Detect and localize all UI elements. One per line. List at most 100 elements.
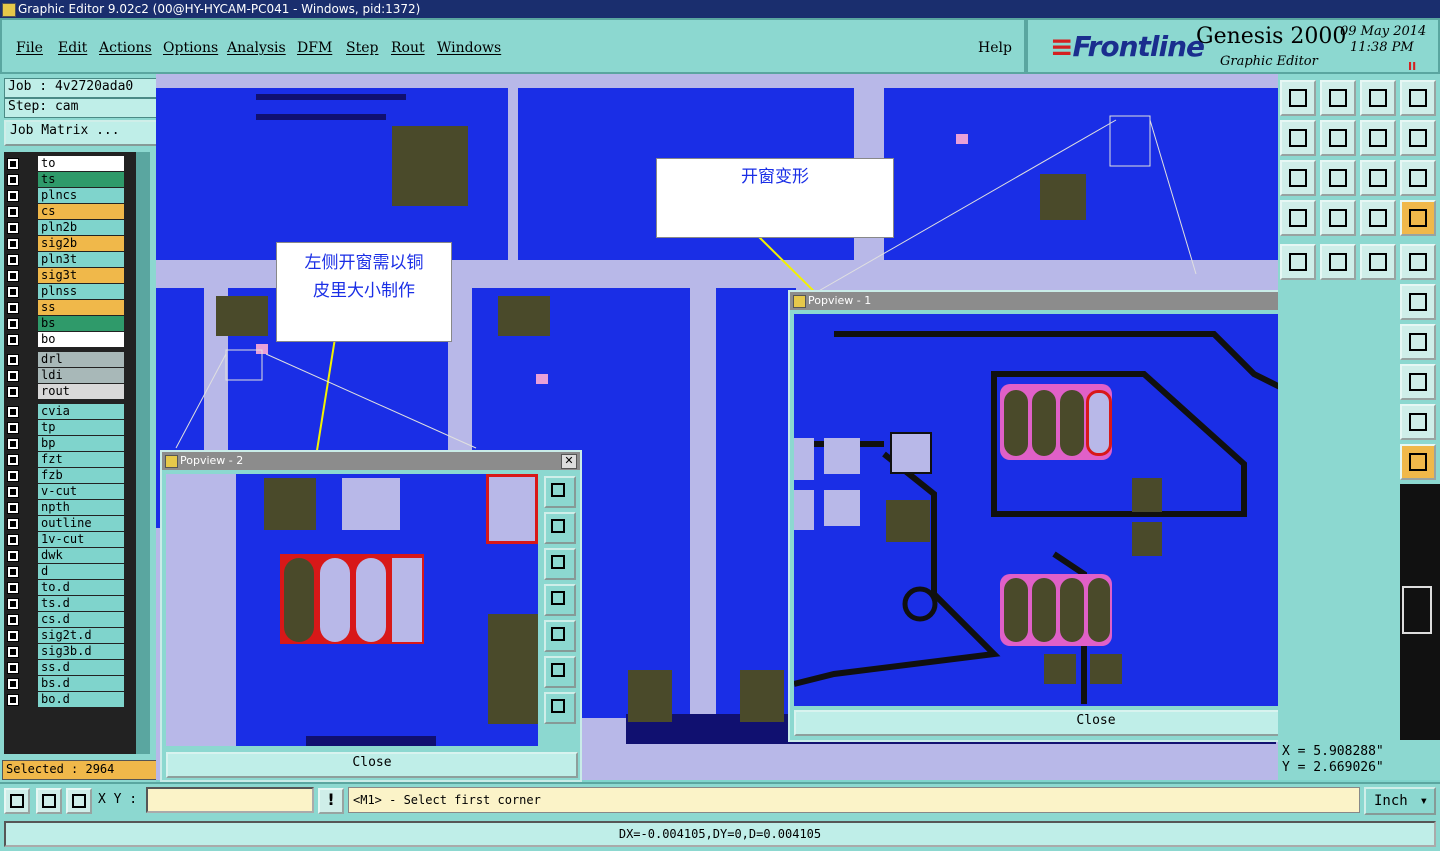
menu-actions[interactable]: Actions [99, 40, 152, 56]
popview-1-canvas[interactable] [794, 314, 1358, 706]
layer-row-fzb[interactable]: fzb [4, 468, 128, 483]
layer-checkbox[interactable] [7, 486, 19, 498]
layer-name[interactable]: 1v-cut [38, 532, 124, 547]
layer-name[interactable]: ldi [38, 368, 124, 383]
layer-name[interactable]: fzt [38, 452, 124, 467]
layer-name[interactable]: plncs [38, 188, 124, 203]
layer-row-dwk[interactable]: dwk [4, 548, 128, 563]
popview-pan-down-button[interactable] [544, 548, 576, 580]
layer-row-plncs[interactable]: plncs [4, 188, 128, 203]
layer-name[interactable]: dwk [38, 548, 124, 563]
menu-help[interactable]: Help [978, 40, 1012, 56]
layer-row-cvia[interactable]: cvia [4, 404, 128, 419]
layer-name[interactable]: ss.d [38, 660, 124, 675]
layer-name[interactable]: plnss [38, 284, 124, 299]
menu-options[interactable]: Options [163, 40, 218, 56]
layer-name[interactable]: cvia [38, 404, 124, 419]
layer-row-d[interactable]: d [4, 564, 128, 579]
layer-name[interactable]: ts.d [38, 596, 124, 611]
tool-shapes-button[interactable] [1400, 364, 1436, 400]
tool-zoom-out-button[interactable] [1320, 160, 1356, 196]
layer-row-cs[interactable]: cs [4, 204, 128, 219]
menu-analysis[interactable]: Analysis [227, 40, 286, 56]
layer-name[interactable]: cs [38, 204, 124, 219]
layer-checkbox[interactable] [7, 174, 19, 186]
layer-name[interactable]: sig3t [38, 268, 124, 283]
layer-checkbox[interactable] [7, 646, 19, 658]
layer-name[interactable]: bo [38, 332, 124, 347]
layer-checkbox[interactable] [7, 598, 19, 610]
popview-2-title-bar[interactable]: Popview - 2 ✕ [162, 452, 580, 470]
layer-name[interactable]: to [38, 156, 124, 171]
layer-row-rout[interactable]: rout [4, 384, 128, 399]
menu-rout[interactable]: Rout [391, 40, 425, 56]
layer-row-ts.d[interactable]: ts.d [4, 596, 128, 611]
layer-checkbox[interactable] [7, 406, 19, 418]
layer-name[interactable]: v-cut [38, 484, 124, 499]
popview-2-canvas[interactable] [166, 474, 538, 746]
layer-row-ldi[interactable]: ldi [4, 368, 128, 383]
tool-zoom-in-button[interactable] [1280, 160, 1316, 196]
toolbar-slot[interactable] [1402, 586, 1432, 634]
layer-row-pln3t[interactable]: pln3t [4, 252, 128, 267]
layer-checkbox[interactable] [7, 270, 19, 282]
snap-button[interactable] [4, 788, 30, 814]
tool-draw-button[interactable] [1320, 244, 1356, 280]
layer-name[interactable]: outline [38, 516, 124, 531]
tool-right-button[interactable] [1320, 120, 1356, 156]
layer-row-bs.d[interactable]: bs.d [4, 676, 128, 691]
layer-row-to[interactable]: to [4, 156, 128, 171]
layer-checkbox[interactable] [7, 422, 19, 434]
layer-row-sig2b[interactable]: sig2b [4, 236, 128, 251]
layer-checkbox[interactable] [7, 222, 19, 234]
layer-checkbox[interactable] [7, 502, 19, 514]
layer-row-sig2t.d[interactable]: sig2t.d [4, 628, 128, 643]
tool-circle-button[interactable] [1400, 244, 1436, 280]
layer-name[interactable]: sig2b [38, 236, 124, 251]
tool-help-button[interactable] [1400, 160, 1436, 196]
tool-ruler-button[interactable] [1360, 244, 1396, 280]
layer-name[interactable]: to.d [38, 580, 124, 595]
layer-checkbox[interactable] [7, 386, 19, 398]
layer-row-fzt[interactable]: fzt [4, 452, 128, 467]
layer-checkbox[interactable] [7, 254, 19, 266]
tool-signal-button[interactable] [1360, 200, 1396, 236]
layer-name[interactable]: d [38, 564, 124, 579]
close-icon[interactable]: ✕ [561, 454, 577, 469]
job-matrix-button[interactable]: Job Matrix ... [4, 120, 158, 146]
layer-checkbox[interactable] [7, 518, 19, 530]
popview-2-window[interactable]: Popview - 2 ✕ Close [160, 450, 582, 782]
pause-indicator[interactable]: II [1408, 60, 1418, 73]
popview-zoom-button[interactable] [544, 476, 576, 508]
popview-2-close-button[interactable]: Close [166, 752, 578, 778]
layer-row-1v-cut[interactable]: 1v-cut [4, 532, 128, 547]
popview-zoom-out-button[interactable] [544, 692, 576, 724]
popview-zoom-in-button[interactable] [544, 656, 576, 688]
layer-row-drl[interactable]: drl [4, 352, 128, 367]
layer-checkbox[interactable] [7, 678, 19, 690]
menu-edit[interactable]: Edit [58, 40, 87, 56]
tool-split-button[interactable] [1400, 80, 1436, 116]
layer-name[interactable]: bs [38, 316, 124, 331]
layer-checkbox[interactable] [7, 566, 19, 578]
layer-row-bo[interactable]: bo [4, 332, 128, 347]
menu-dfm[interactable]: DFM [297, 40, 332, 56]
app-icon[interactable] [2, 3, 16, 17]
layer-checkbox[interactable] [7, 614, 19, 626]
layer-name[interactable]: pln2b [38, 220, 124, 235]
layer-checkbox[interactable] [7, 354, 19, 366]
popview-pan-left-button[interactable] [544, 584, 576, 616]
tool-arc-button[interactable] [1400, 404, 1436, 440]
tool-s-button[interactable] [1400, 120, 1436, 156]
layer-row-bs[interactable]: bs [4, 316, 128, 331]
layer-checkbox[interactable] [7, 370, 19, 382]
units-selector[interactable]: Inch ▾ [1364, 787, 1436, 815]
layer-checkbox[interactable] [7, 302, 19, 314]
layer-checkbox[interactable] [7, 534, 19, 546]
layer-checkbox[interactable] [7, 158, 19, 170]
tool-select-button[interactable] [1400, 444, 1436, 480]
layer-name[interactable]: sig2t.d [38, 628, 124, 643]
tool-house-button[interactable] [1360, 80, 1396, 116]
tool-down-button[interactable] [1320, 80, 1356, 116]
tool-fill-button[interactable] [1280, 244, 1316, 280]
